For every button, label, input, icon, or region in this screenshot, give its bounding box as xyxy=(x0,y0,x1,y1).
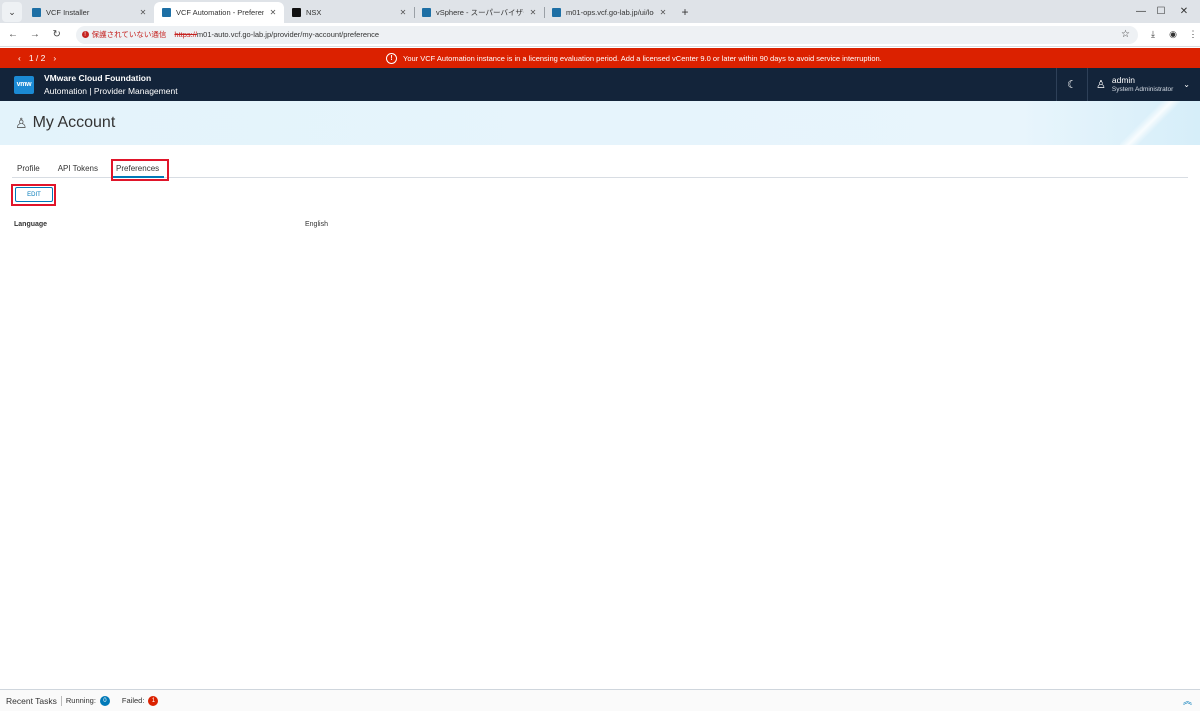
ops-favicon-icon xyxy=(552,8,561,17)
theme-toggle-moon-icon[interactable]: ☾ xyxy=(1056,68,1088,101)
banner-message: Your VCF Automation instance is in a lic… xyxy=(403,53,882,63)
tab-close-icon[interactable]: ✕ xyxy=(528,8,538,17)
not-secure-icon: ! xyxy=(81,31,89,38)
nsx-favicon-icon xyxy=(292,8,301,17)
double-chevron-up-icon[interactable]: ︽ xyxy=(1183,694,1192,707)
browser-tab-ops[interactable]: m01-ops.vcf.go-lab.jp/ui/login. ✕ xyxy=(544,2,674,23)
bookmark-star-icon[interactable]: ☆ xyxy=(1121,29,1130,40)
tab-close-icon[interactable]: ✕ xyxy=(658,8,668,17)
tab-close-icon[interactable]: ✕ xyxy=(268,8,278,17)
recent-tasks-title[interactable]: Recent Tasks xyxy=(6,695,62,706)
tab-api-tokens[interactable]: API Tokens xyxy=(53,160,103,178)
site-security-chip[interactable]: ! 保護されていない通信 xyxy=(81,29,167,40)
annotation-highlight-preferences xyxy=(111,159,169,181)
new-tab-plus-icon[interactable]: + xyxy=(676,3,694,21)
tab-title: m01-ops.vcf.go-lab.jp/ui/login. xyxy=(566,8,654,17)
tab-title: NSX xyxy=(306,8,322,17)
tasks-running[interactable]: Running: 0 xyxy=(65,695,110,706)
tab-title: VCF Automation - Preferences xyxy=(176,8,264,17)
license-alert-banner: ‹ 1 / 2 › ! Your VCF Automation instance… xyxy=(0,48,1200,68)
chevron-down-icon: ⌄ xyxy=(1183,80,1190,89)
browser-tab-strip: ⌄ VCF Installer ✕ VCF Automation - Prefe… xyxy=(0,0,1200,23)
account-tabs: Profile API Tokens Preferences xyxy=(12,160,1188,178)
vcf-favicon-icon xyxy=(162,8,171,17)
failed-count-badge: 1 xyxy=(148,695,159,706)
tab-title: vSphere - スーパーバイザー xyxy=(436,8,524,17)
annotation-highlight-edit xyxy=(11,184,56,206)
profile-icon[interactable]: ◉ xyxy=(1166,28,1180,42)
back-arrow-icon[interactable]: ← xyxy=(4,26,22,44)
tasks-failed[interactable]: Failed: 1 xyxy=(121,695,159,706)
app-header: vmw VMware Cloud Foundation Automation |… xyxy=(0,68,1200,101)
recent-tasks-bar: Recent Tasks Running: 0 Failed: 1 ︽ xyxy=(0,689,1200,711)
app-brand: VMware Cloud Foundation Automation | Pro… xyxy=(44,72,178,98)
brand-subtitle: Automation | Provider Management xyxy=(44,85,178,96)
browser-tab-vsphere[interactable]: vSphere - スーパーバイザー ✕ xyxy=(414,2,544,23)
window-close-icon[interactable]: ✕ xyxy=(1174,3,1194,19)
browser-tab-vcf-automation[interactable]: VCF Automation - Preferences ✕ xyxy=(154,2,284,23)
url-path: m01-auto.vcf.go-lab.jp/provider/my-accou… xyxy=(196,30,380,39)
security-label: 保護されていない通信 xyxy=(91,30,167,39)
user-role: System Administrator xyxy=(1111,85,1174,93)
maximize-icon[interactable]: ☐ xyxy=(1151,3,1171,19)
running-count-badge: 0 xyxy=(99,695,110,706)
browser-tab-vcf-installer[interactable]: VCF Installer ✕ xyxy=(24,2,154,23)
vmware-logo: vmw xyxy=(14,75,34,94)
banner-page-indicator: 1 / 2 xyxy=(28,53,46,63)
running-label: Running: xyxy=(65,696,96,705)
address-bar: ← → ↻ ! 保護されていない通信 https:// m01-auto.vcf… xyxy=(0,23,1200,47)
user-menu[interactable]: ♙ admin System Administrator ⌄ xyxy=(1088,68,1200,101)
banner-pager: ‹ 1 / 2 › xyxy=(18,53,56,63)
preference-value-language: English xyxy=(305,221,328,228)
user-icon: ♙ xyxy=(1096,79,1106,91)
page-title-band: ♙ My Account xyxy=(0,101,1200,145)
vsphere-favicon-icon xyxy=(422,8,431,17)
banner-prev-icon[interactable]: ‹ xyxy=(18,53,21,63)
tab-search-chevron-down-icon[interactable]: ⌄ xyxy=(2,2,22,22)
tab-title: VCF Installer xyxy=(46,8,90,17)
url-protocol: https:// xyxy=(174,30,197,39)
browser-tab-nsx[interactable]: NSX ✕ xyxy=(284,2,414,23)
page-title: My Account xyxy=(32,114,116,131)
brand-title: VMware Cloud Foundation xyxy=(44,72,152,83)
minimize-icon[interactable]: — xyxy=(1131,3,1151,19)
tab-close-icon[interactable]: ✕ xyxy=(398,8,408,17)
vcf-favicon-icon xyxy=(32,8,41,17)
url-omnibox[interactable]: ! 保護されていない通信 https:// m01-auto.vcf.go-la… xyxy=(75,25,1139,44)
user-name: admin xyxy=(1111,74,1136,85)
download-icon[interactable]: ⤓ xyxy=(1146,28,1160,42)
menu-icon[interactable]: ⋮ xyxy=(1186,28,1200,42)
failed-label: Failed: xyxy=(121,696,145,705)
reload-icon[interactable]: ↻ xyxy=(48,26,66,44)
forward-arrow-icon[interactable]: → xyxy=(26,26,44,44)
alert-icon: ! xyxy=(386,52,397,64)
user-icon: ♙ xyxy=(15,114,28,131)
tab-close-icon[interactable]: ✕ xyxy=(138,8,148,17)
tab-profile[interactable]: Profile xyxy=(12,160,45,178)
preference-label-language: Language xyxy=(14,221,48,228)
banner-next-icon[interactable]: › xyxy=(53,53,56,63)
